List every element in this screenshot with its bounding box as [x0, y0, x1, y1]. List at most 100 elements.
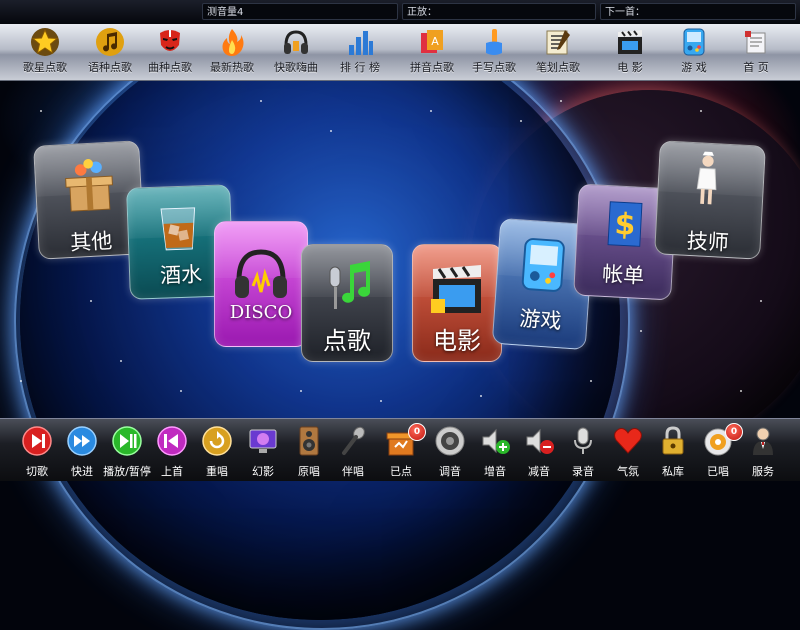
star — [260, 100, 262, 102]
star — [330, 130, 332, 132]
tile-technician-label: 技师 — [686, 228, 730, 256]
tuning-speaker-icon — [435, 426, 465, 456]
svg-text:A: A — [431, 35, 439, 48]
nav-singer-search[interactable]: 歌星点歌 — [15, 24, 75, 80]
brush-script-icon — [546, 30, 570, 55]
nav-new-hits[interactable]: 最新热歌 — [202, 24, 262, 80]
home-icon — [745, 31, 766, 54]
skip-icon — [22, 426, 52, 456]
volume-up-icon — [482, 428, 510, 454]
fast-forward-icon — [67, 426, 97, 456]
star — [640, 330, 642, 332]
star — [590, 380, 592, 382]
nav-movies[interactable]: 电 影 — [600, 24, 660, 80]
nav-label: 排 行 榜 — [340, 61, 380, 74]
volume-display: 测音量4 — [202, 3, 398, 20]
button-label: 服务 — [752, 465, 774, 478]
nav-label: 首 页 — [743, 61, 769, 74]
microphone-note-icon — [329, 261, 371, 309]
nurse-figure-icon — [696, 151, 717, 205]
star — [120, 360, 122, 362]
bottom-control-bar: 切歌 快进 播放/暂停 上首 重唱 幻影 原唱 伴唱 0 已点 调音 增音 减音… — [0, 418, 800, 481]
volume-down-icon — [526, 428, 554, 454]
nav-label: 手写点歌 — [472, 61, 516, 74]
nav-label: 歌星点歌 — [23, 61, 67, 74]
accompaniment-button[interactable]: 伴唱 — [330, 419, 376, 481]
tile-games-label: 游戏 — [518, 306, 563, 334]
nav-label: 最新热歌 — [210, 61, 254, 74]
gamepad-icon — [683, 28, 705, 56]
tile-bill-label: 帐单 — [601, 261, 645, 289]
replay-icon — [202, 426, 232, 456]
tile-movies-label: 电影 — [433, 327, 481, 355]
screen-icon — [249, 429, 277, 453]
nav-language-search[interactable]: 语种点歌 — [80, 24, 140, 80]
record-mic-icon — [574, 427, 592, 454]
microphone-icon — [342, 426, 365, 455]
hand-pen-icon — [486, 29, 502, 55]
bill-dollar-icon: $ — [607, 201, 643, 247]
bar-chart-icon — [349, 31, 373, 55]
now-playing-display: 正放： — [402, 3, 596, 20]
star — [520, 120, 522, 122]
info-bar: 测音量4 正放： 下一首： — [0, 0, 800, 25]
nav-label: 笔划点歌 — [536, 61, 580, 74]
headphones-icon — [284, 30, 308, 54]
star — [760, 300, 762, 302]
svg-text:$: $ — [614, 207, 637, 243]
nav-games[interactable]: 游 戏 — [664, 24, 724, 80]
nav-label: 游 戏 — [681, 61, 707, 74]
star — [40, 110, 42, 112]
nav-label: 语种点歌 — [88, 61, 132, 74]
waiter-icon — [753, 427, 773, 455]
nav-label: 快歌嗨曲 — [274, 61, 318, 74]
sung-count-badge: 0 — [725, 423, 743, 441]
nav-pinyin-search[interactable]: A 拼音点歌 — [402, 24, 462, 80]
star — [740, 390, 742, 392]
opera-mask-icon — [160, 30, 180, 51]
nav-label: 电 影 — [617, 61, 643, 74]
music-note-icon — [96, 28, 124, 56]
tile-movies[interactable]: 电影 — [412, 244, 502, 362]
star — [300, 390, 302, 392]
nav-fast-songs[interactable]: 快歌嗨曲 — [266, 24, 326, 80]
lock-icon — [662, 426, 684, 455]
nav-label: 曲种点歌 — [148, 61, 192, 74]
tile-songs[interactable]: 点歌 — [301, 244, 393, 362]
star — [560, 100, 562, 102]
handheld-console-icon — [521, 238, 565, 292]
letter-blocks-icon: A — [421, 30, 443, 53]
nav-stroke-search[interactable]: 笔划点歌 — [528, 24, 588, 80]
service-button[interactable]: 服务 — [740, 419, 786, 481]
nav-label: 拼音点歌 — [410, 61, 454, 74]
speaker-icon — [299, 426, 319, 456]
gift-box-icon — [65, 158, 113, 212]
tile-technician[interactable]: 技师 — [654, 140, 766, 260]
tile-disco[interactable]: DISCO — [214, 221, 308, 347]
star — [480, 395, 482, 397]
tile-disco-label: DISCO — [229, 302, 293, 323]
whiskey-glass-icon — [160, 207, 196, 251]
star — [20, 380, 22, 382]
tile-songs-label: 点歌 — [323, 327, 371, 355]
heart-icon — [614, 428, 642, 454]
star — [180, 390, 182, 392]
previous-icon — [157, 426, 187, 456]
selected-songs-button[interactable]: 0 已点 — [378, 419, 426, 481]
flame-icon — [222, 29, 244, 56]
next-song-display: 下一首： — [600, 3, 796, 20]
star — [380, 400, 382, 402]
selected-count-badge: 0 — [408, 423, 426, 441]
film-clapper-icon — [431, 265, 481, 313]
star-icon — [31, 28, 59, 56]
star — [90, 300, 92, 302]
play-pause-icon — [112, 426, 142, 456]
nav-rankings[interactable]: 排 行 榜 — [330, 24, 390, 80]
nav-home[interactable]: 首 页 — [726, 24, 786, 80]
star — [700, 110, 702, 112]
nav-handwriting-search[interactable]: 手写点歌 — [464, 24, 524, 80]
star — [430, 110, 432, 112]
clapperboard-icon — [618, 30, 642, 54]
top-nav: 歌星点歌 语种点歌 曲种点歌 最新热歌 快歌嗨曲 排 行 榜 A 拼音点歌 手写… — [0, 24, 800, 81]
nav-genre-search[interactable]: 曲种点歌 — [140, 24, 200, 80]
